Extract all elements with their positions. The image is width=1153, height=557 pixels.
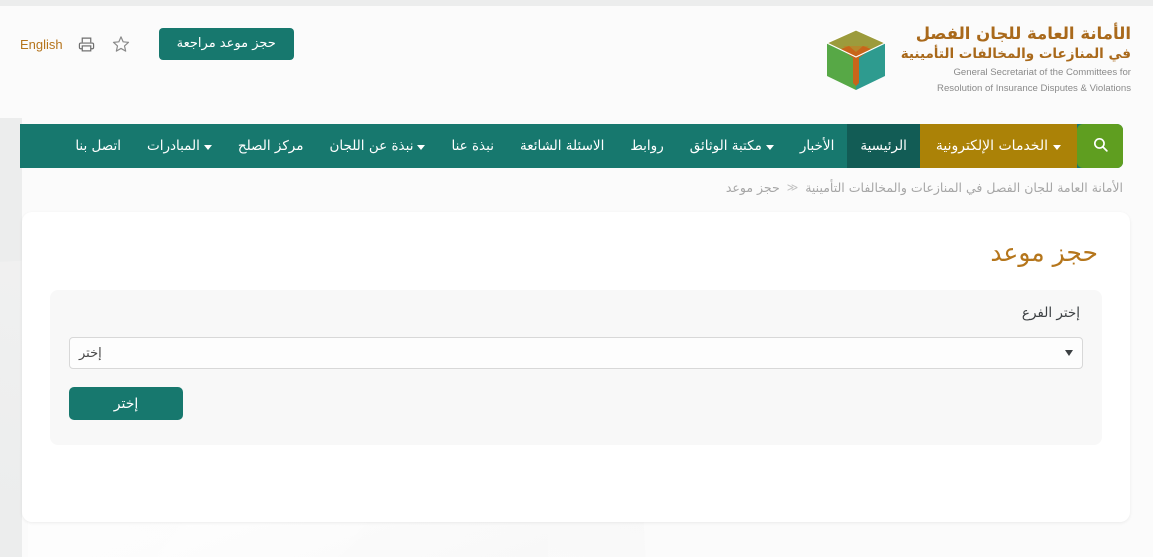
nav-item-label: اتصل بنا (75, 138, 121, 154)
chevron-down-icon (1065, 350, 1073, 356)
printer-icon[interactable] (77, 34, 97, 54)
nav-item-label: المبادرات (147, 138, 200, 154)
select-submit-button[interactable]: إختر (69, 387, 183, 420)
breadcrumb-current: حجز موعد (725, 180, 780, 195)
nav-item-links[interactable]: روابط (617, 124, 676, 168)
utility-bar: English حجز موعد مراجعة (20, 28, 294, 60)
nav-item-news[interactable]: الأخبار (787, 124, 848, 168)
nav-item-faq[interactable]: الاسئلة الشائعة (507, 124, 617, 168)
nav-item-home[interactable]: الرئيسية (847, 124, 920, 168)
main-navigation: الرئيسية الأخبار مكتبة الوثائق روابط الا… (20, 124, 1123, 168)
nav-item-label: نبذة عنا (451, 138, 494, 154)
brand-english-line2: Resolution of Insurance Disputes & Viola… (937, 83, 1131, 95)
eservices-label: الخدمات الإلكترونية (935, 138, 1048, 154)
branch-select-value: إختر (79, 345, 102, 361)
nav-item-initiatives[interactable]: المبادرات (134, 124, 225, 168)
brand-arabic-line1: الأمانة العامة للجان الفصل (915, 24, 1131, 43)
booking-form-panel: إختر الفرع إختر إختر (50, 290, 1102, 445)
nav-items-list: الرئيسية الأخبار مكتبة الوثائق روابط الا… (20, 124, 920, 168)
breadcrumb: الأمانة العامة للجان الفصل في المنازعات … (726, 180, 1123, 195)
branch-field-label: إختر الفرع (1021, 305, 1080, 321)
cube-logo-icon (823, 27, 889, 93)
language-toggle[interactable]: English (20, 37, 63, 52)
nav-item-about-committees[interactable]: نبذة عن اللجان (316, 124, 438, 168)
chevron-down-icon (1053, 144, 1061, 150)
brand-text: الأمانة العامة للجان الفصل في المنازعات … (901, 24, 1131, 96)
content-card: حجز موعد إختر الفرع إختر إختر (22, 212, 1130, 522)
nav-item-document-library[interactable]: مكتبة الوثائق (677, 124, 787, 168)
breadcrumb-separator: ≪ (786, 181, 799, 194)
breadcrumb-root[interactable]: الأمانة العامة للجان الفصل في المنازعات … (805, 180, 1123, 195)
search-button[interactable] (1077, 124, 1123, 168)
nav-item-label: نبذة عن اللجان (329, 138, 414, 154)
page-title: حجز موعد (990, 238, 1098, 267)
star-icon[interactable] (111, 34, 131, 54)
background-left-edge (0, 96, 22, 557)
nav-item-label: روابط (630, 138, 664, 154)
chevron-down-icon (203, 144, 212, 150)
nav-item-label: الأخبار (799, 138, 835, 154)
page-root: English حجز موعد مراجعة الأمانة العامة ل… (0, 0, 1153, 557)
chevron-down-icon (765, 144, 774, 150)
nav-item-contact-us[interactable]: اتصل بنا (62, 124, 134, 168)
branch-select-wrapper: إختر (69, 337, 1083, 369)
branch-select[interactable]: إختر (69, 337, 1083, 369)
search-icon (1092, 136, 1109, 156)
nav-item-label: الاسئلة الشائعة (519, 138, 605, 154)
brand-english-line1: General Secretariat of the Committees fo… (953, 66, 1131, 78)
nav-item-eservices[interactable]: الخدمات الإلكترونية (919, 124, 1077, 168)
nav-item-reconciliation-center[interactable]: مركز الصلح (225, 124, 317, 168)
brand-arabic-line2: في المنازعات والمخالفات التأمينية (900, 45, 1131, 62)
nav-item-about-us[interactable]: نبذة عنا (438, 124, 507, 168)
nav-item-label: الرئيسية (860, 138, 907, 154)
site-header: English حجز موعد مراجعة الأمانة العامة ل… (0, 6, 1153, 118)
chevron-down-icon (417, 144, 426, 150)
nav-item-label: مكتبة الوثائق (689, 138, 762, 154)
book-review-appointment-button[interactable]: حجز موعد مراجعة (158, 28, 294, 60)
brand-logo-block: الأمانة العامة للجان الفصل في المنازعات … (823, 24, 1131, 96)
nav-item-label: مركز الصلح (237, 138, 304, 154)
